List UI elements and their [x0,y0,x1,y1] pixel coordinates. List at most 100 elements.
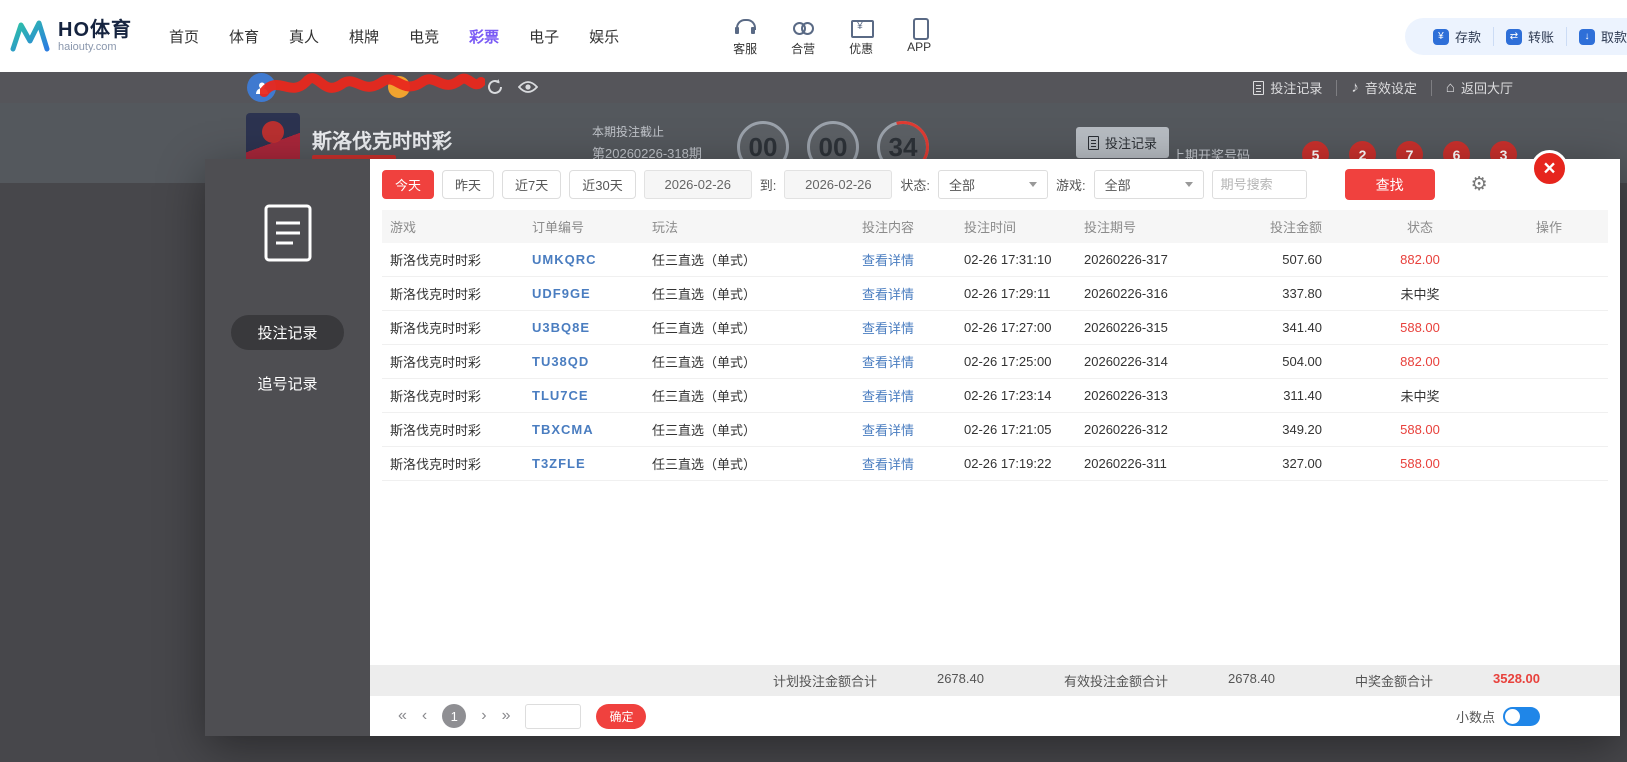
next-page-button[interactable] [481,708,486,724]
nav-link[interactable]: 真人 [282,20,326,53]
wallet-action-label: 存款 [1454,30,1481,45]
view-detail-link[interactable]: 查看详情 [854,318,956,337]
sidebar-item[interactable]: 追号记录 [231,366,343,401]
search-button[interactable]: 查找 [1344,169,1435,200]
view-detail-link[interactable]: 查看详情 [854,454,956,473]
decimal-toggle[interactable] [1503,706,1540,726]
avatar[interactable] [247,73,276,102]
brand-logo[interactable]: HO体育 haiouty.com [0,19,152,53]
cell-bet-time: 02-26 17:23:14 [964,388,1052,403]
view-detail-link[interactable]: 查看详情 [854,386,956,405]
quick-item[interactable]: 优惠 [838,16,884,57]
nav-link[interactable]: 体育 [222,20,266,53]
order-number-link[interactable]: UDF9GE [524,286,644,301]
order-number-link[interactable]: TLU7CE [524,388,644,403]
nav-link[interactable]: 首页 [162,20,206,53]
cell-status: 588.00 [1400,422,1440,437]
cell-play-type: 任三直选（单式） [652,321,757,336]
wallet-action[interactable]: 取款 [1565,27,1627,46]
order-number-link[interactable]: T3ZFLE [524,456,644,471]
quick-item-label: 客服 [733,41,758,56]
cell-play-type: 任三直选（单式） [652,355,757,370]
period-search-input[interactable] [1211,170,1307,199]
gear-icon[interactable] [1471,175,1488,194]
cell-game: 斯洛伐克时时彩 [390,389,482,404]
table-header-cell: 状态 [1406,220,1433,235]
bet-record-button[interactable]: 投注记录 [1076,127,1170,158]
quick-item-label: APP [907,39,932,54]
current-page-button[interactable]: 1 [442,704,467,728]
records-doc-icon [264,204,311,262]
nav-link[interactable]: 电子 [522,20,566,53]
cell-bet-period: 20260226-314 [1084,354,1168,369]
logo-mark-icon [10,20,50,52]
quick-item[interactable]: APP [896,16,942,57]
brand-domain: haiouty.com [58,41,117,53]
view-detail-link[interactable]: 查看详情 [854,420,956,439]
deadline-label: 本期投注截止 [592,125,665,139]
pagination-bar: 1 确定 小数点 [370,696,1620,736]
last-page-button[interactable] [502,708,511,724]
table-header-cell: 投注金额 [1269,220,1322,235]
game-select[interactable]: 全部 [1093,170,1204,199]
view-detail-link[interactable]: 查看详情 [854,284,956,303]
eye-icon[interactable] [518,80,538,94]
userbar-menu-item[interactable]: 投注记录 [1239,80,1336,96]
nav-link[interactable]: 电竞 [402,20,446,53]
order-number-link[interactable]: TU38QD [524,354,644,369]
wallet-action[interactable]: 转账 [1492,27,1566,46]
quick-item[interactable]: 合营 [780,16,826,57]
wallet-actions: 存款 转账 取款 [1404,18,1627,55]
first-page-button[interactable] [398,708,407,724]
userbar-menu-item[interactable]: 音效设定 [1336,79,1431,96]
userbar-menu-item[interactable]: 返回大厅 [1430,79,1527,96]
order-number-link[interactable]: TBXCMA [524,422,644,437]
sidebar-item[interactable]: 投注记录 [231,315,344,350]
prev-page-button[interactable] [422,708,427,724]
cell-bet-time: 02-26 17:29:11 [964,286,1051,301]
modal-content: 今天 昨天 近7天 近30天 到: 状态: 全部 游戏: 全部 查找 [370,159,1620,736]
status-select[interactable]: 全部 [937,170,1048,199]
table-header-cell: 游戏 [390,220,417,235]
quick-links: 客服 合营 优惠 APP [722,16,942,57]
nav-link[interactable]: 棋牌 [342,20,386,53]
table-header-cell: 投注时间 [964,220,1017,235]
date-to-input[interactable] [784,170,893,199]
range-button[interactable]: 今天 [382,170,435,199]
nav-link[interactable]: 娱乐 [582,20,626,53]
close-modal-button[interactable] [1531,150,1568,187]
game-select-value: 全部 [1104,178,1131,193]
userbar-menu-label: 返回大厅 [1460,81,1513,96]
cell-bet-amount: 507.60 [1282,252,1322,267]
cell-play-type: 任三直选（单式） [652,457,757,472]
cell-status: 未中奖 [1400,287,1440,302]
nav-link[interactable]: 彩票 [462,20,506,53]
range-button[interactable]: 昨天 [442,170,495,199]
quick-item[interactable]: 客服 [722,16,768,57]
order-number-link[interactable]: UMKQRC [524,252,644,267]
phone-icon [907,16,931,40]
cell-bet-amount: 349.20 [1282,422,1322,437]
table-row: 斯洛伐克时时彩 TBXCMA 任三直选（单式） 查看详情 02-26 17:21… [382,413,1608,447]
date-from-input[interactable] [643,170,752,199]
cell-bet-amount: 311.40 [1283,388,1322,403]
range-button[interactable]: 近30天 [569,170,636,199]
cell-game: 斯洛伐克时时彩 [390,287,482,302]
view-detail-link[interactable]: 查看详情 [854,250,956,269]
cell-bet-period: 20260226-317 [1084,252,1168,267]
page-jump-input[interactable] [525,703,582,729]
cell-bet-period: 20260226-315 [1084,320,1168,335]
page-confirm-button[interactable]: 确定 [596,703,647,729]
userbar-menu-label: 投注记录 [1270,81,1323,96]
modal-sidebar: 投注记录 追号记录 [205,159,370,736]
cell-bet-amount: 341.40 [1282,320,1322,335]
order-number-link[interactable]: U3BQ8E [524,320,644,335]
range-button[interactable]: 近7天 [502,170,562,199]
refresh-icon[interactable] [486,78,504,96]
wallet-action[interactable]: 存款 [1421,27,1493,46]
cell-game: 斯洛伐克时时彩 [390,355,482,370]
view-detail-link[interactable]: 查看详情 [854,352,956,371]
table-header-cell: 投注内容 [862,220,915,235]
partner-icon [791,16,815,38]
chevron-down-icon [1184,182,1193,187]
